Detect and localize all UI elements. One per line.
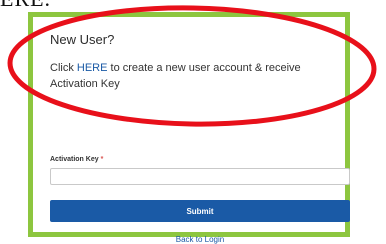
- instructions-prefix: Click: [50, 62, 77, 74]
- new-user-title: New User?: [50, 32, 115, 47]
- submit-button[interactable]: Submit: [50, 200, 350, 222]
- activation-key-label: Activation Key *: [50, 156, 103, 163]
- activation-key-input[interactable]: [50, 168, 350, 185]
- page-header-fragment: ERE.: [0, 0, 51, 12]
- required-marker: *: [100, 156, 104, 163]
- new-user-instructions: Click HERE to create a new user account …: [50, 60, 340, 92]
- back-to-login-link[interactable]: Back to Login: [50, 235, 350, 244]
- new-user-panel: New User? Click HERE to create a new use…: [28, 12, 350, 244]
- create-account-link[interactable]: HERE: [77, 62, 108, 74]
- activation-key-label-text: Activation Key: [50, 156, 99, 163]
